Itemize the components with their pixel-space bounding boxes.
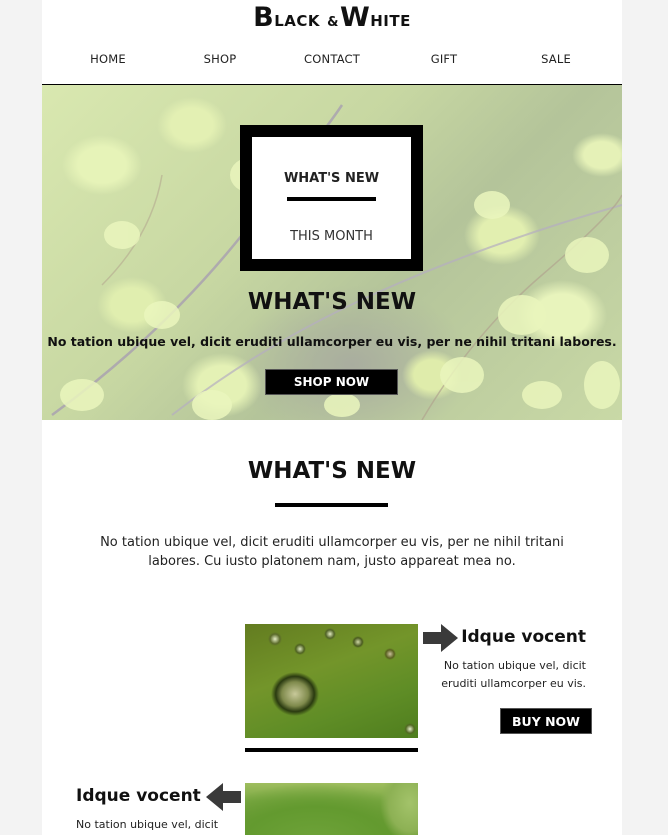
badge-divider	[287, 197, 376, 201]
nav-sale[interactable]: SALE	[500, 52, 612, 72]
badge-title: WHAT'S NEW	[283, 171, 380, 186]
badge-inner: WHAT'S NEW THIS MONTH	[252, 137, 411, 259]
logo-letter-b: B	[253, 2, 275, 33]
nav-gift[interactable]: GIFT	[388, 52, 500, 72]
brand-logo[interactable]: BLACK &WHITE	[42, 2, 622, 33]
product-title: Idque vocent	[76, 786, 201, 806]
shop-now-button[interactable]: SHOP NOW	[265, 369, 398, 395]
logo-text-hite: HITE	[370, 12, 411, 30]
product-image-leaf[interactable]	[245, 783, 418, 835]
product-image-water-drops[interactable]	[245, 624, 418, 738]
product-divider	[245, 748, 418, 752]
logo-text-lack: LACK	[274, 12, 321, 30]
logo-letter-w: W	[339, 2, 371, 33]
hero-title: WHAT'S NEW	[247, 289, 417, 315]
badge-subtitle: THIS MONTH	[290, 229, 373, 244]
section-title: WHAT'S NEW	[247, 458, 417, 484]
section-text: No tation ubique vel, dicit eruditi ulla…	[100, 535, 564, 569]
email-page: BLACK &WHITE HOME SHOP CONTACT GIFT SALE	[42, 0, 622, 835]
nav-home[interactable]: HOME	[52, 52, 164, 72]
buy-now-button[interactable]: BUY NOW	[500, 708, 592, 734]
whats-new-badge: WHAT'S NEW THIS MONTH	[240, 125, 423, 271]
product-text: No tation ubique vel, dicit eruditi ulla…	[441, 659, 586, 690]
logo-ampersand: &	[327, 15, 339, 30]
main-nav: HOME SHOP CONTACT GIFT SALE	[42, 52, 622, 72]
nav-shop[interactable]: SHOP	[164, 52, 276, 72]
section-divider	[275, 503, 388, 507]
hero-banner: WHAT'S NEW THIS MONTH WHAT'S NEW No tati…	[42, 85, 622, 420]
product-title: Idque vocent	[461, 627, 586, 647]
hero-text: No tation ubique vel, dicit eruditi ulla…	[47, 334, 617, 349]
nav-contact[interactable]: CONTACT	[276, 52, 388, 72]
product-text: No tation ubique vel, dicit	[76, 818, 219, 831]
